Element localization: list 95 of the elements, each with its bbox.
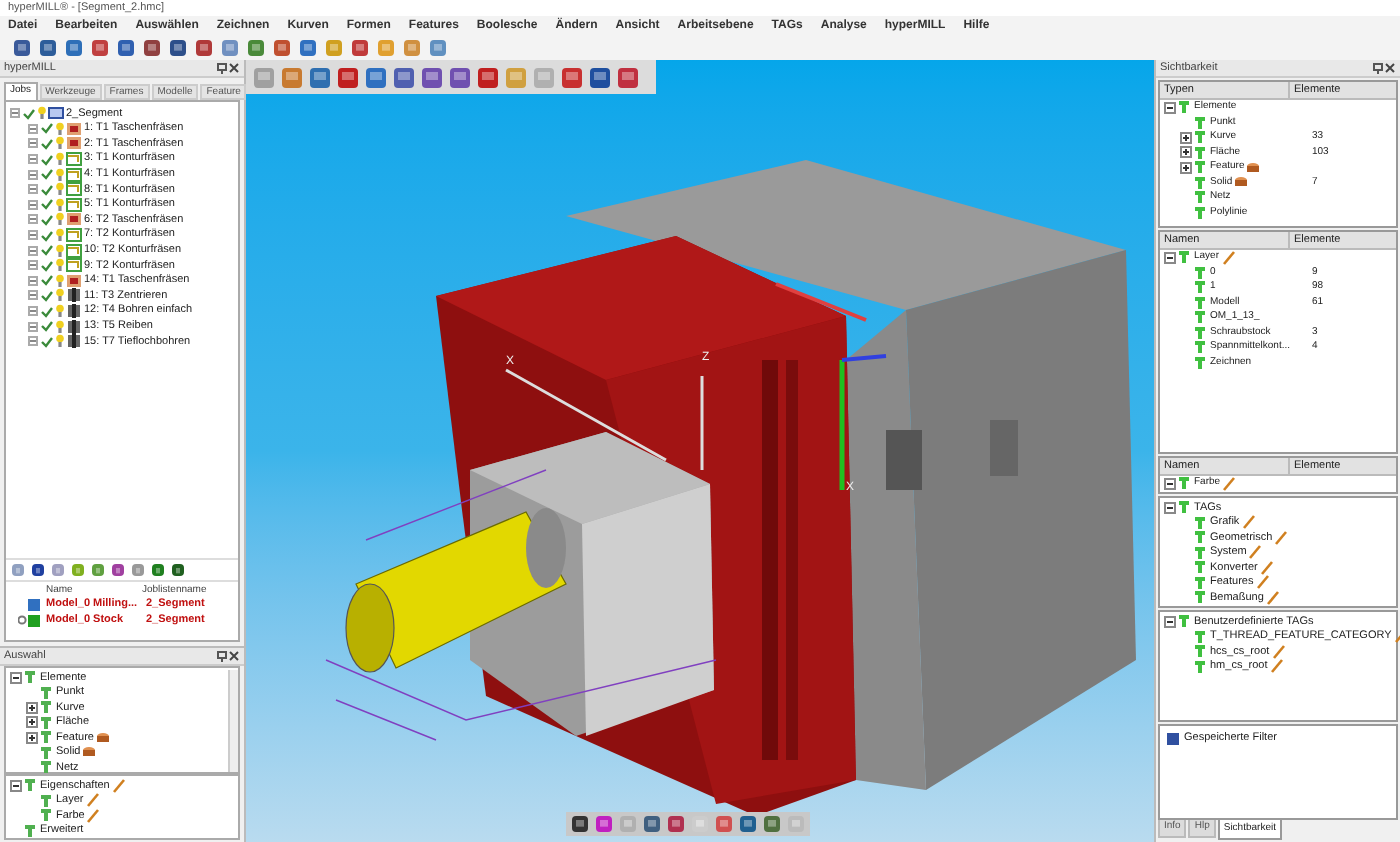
toolbar-icon[interactable] — [448, 65, 472, 89]
visibility-icon[interactable] — [1194, 190, 1206, 205]
lightbulb-icon[interactable] — [56, 152, 64, 167]
check-icon[interactable] — [40, 289, 54, 302]
cad-model-drawing[interactable] — [325, 160, 1136, 816]
lightbulb-icon[interactable] — [56, 228, 64, 243]
lightbulb-icon[interactable] — [56, 288, 64, 303]
visibility-icon[interactable] — [1194, 515, 1206, 530]
toolbar-icon[interactable] — [308, 65, 332, 89]
lightbulb-icon[interactable] — [56, 136, 64, 151]
pin-icon — [1372, 62, 1384, 74]
visibility-icon[interactable] — [40, 760, 52, 775]
pin-icon — [216, 62, 228, 74]
check-icon[interactable] — [40, 153, 54, 166]
close-icon[interactable] — [228, 62, 240, 74]
expand-icon[interactable] — [1180, 131, 1192, 144]
lightbulb-icon[interactable] — [56, 334, 64, 349]
check-icon[interactable] — [40, 183, 54, 196]
toolbar-icon[interactable] — [392, 65, 416, 89]
visibility-icon[interactable] — [1194, 340, 1206, 355]
collapse-icon[interactable] — [1164, 615, 1176, 628]
visibility-icon[interactable] — [1194, 629, 1206, 644]
check-icon[interactable] — [40, 198, 54, 211]
visibility-icon[interactable] — [40, 808, 52, 823]
visibility-icon[interactable] — [1194, 310, 1206, 325]
lightbulb-icon[interactable] — [56, 273, 64, 288]
check-icon[interactable] — [40, 305, 54, 318]
lightbulb-icon[interactable] — [56, 167, 64, 182]
lightbulb-icon[interactable] — [56, 182, 64, 197]
collapse-icon[interactable] — [1164, 101, 1176, 114]
visibility-icon[interactable] — [1194, 590, 1206, 605]
visibility-icon[interactable] — [1194, 325, 1206, 340]
visibility-icon[interactable] — [1194, 575, 1206, 590]
expand-icon[interactable] — [26, 701, 38, 714]
pocket-job-icon — [66, 212, 82, 227]
expand-icon[interactable] — [26, 731, 38, 744]
visibility-icon[interactable] — [1194, 280, 1206, 295]
visibility-icon[interactable] — [1194, 205, 1206, 220]
visibility-icon[interactable] — [1194, 295, 1206, 310]
lightbulb-icon[interactable] — [56, 243, 64, 258]
check-icon[interactable] — [40, 137, 54, 150]
collapse-icon[interactable] — [10, 779, 22, 792]
toolbar-icon[interactable] — [30, 562, 46, 578]
check-icon[interactable] — [40, 213, 54, 226]
visibility-icon[interactable] — [1194, 644, 1206, 659]
lightbulb-icon[interactable] — [56, 304, 64, 319]
pencil-icon — [1221, 249, 1236, 266]
visibility-icon[interactable] — [40, 793, 52, 808]
pencil-icon — [1222, 475, 1237, 492]
toolbar-icon[interactable] — [336, 65, 360, 89]
toolbar-icon[interactable] — [476, 65, 500, 89]
expand-icon[interactable] — [1180, 146, 1192, 159]
visibility-icon[interactable] — [24, 823, 36, 838]
lightbulb-icon[interactable] — [56, 319, 64, 334]
stock-model-icon — [18, 613, 42, 627]
check-icon[interactable] — [40, 259, 54, 272]
visibility-icon[interactable] — [1194, 659, 1206, 674]
lightbulb-icon[interactable] — [56, 121, 64, 136]
expand-icon[interactable] — [26, 716, 38, 729]
pocket-job-icon — [66, 273, 82, 288]
check-icon[interactable] — [40, 274, 54, 287]
toolbar-icon[interactable] — [150, 562, 166, 578]
visibility-icon[interactable] — [1194, 545, 1206, 560]
toolbar-icon[interactable] — [588, 65, 612, 89]
toolbar-icon[interactable] — [616, 65, 640, 89]
folder-job-icon — [48, 106, 64, 121]
visibility-icon[interactable] — [1194, 530, 1206, 545]
expand-icon[interactable] — [1180, 161, 1192, 174]
lightbulb-icon[interactable] — [38, 106, 46, 121]
pin-icon — [216, 650, 228, 662]
check-icon[interactable] — [22, 107, 36, 120]
close-icon[interactable] — [228, 650, 240, 662]
collapse-icon[interactable] — [1164, 251, 1176, 264]
lightbulb-icon[interactable] — [56, 197, 64, 212]
visibility-icon[interactable] — [1194, 355, 1206, 370]
lightbulb-icon[interactable] — [56, 212, 64, 227]
check-icon[interactable] — [40, 335, 54, 348]
filter-icon — [1166, 731, 1180, 746]
check-icon[interactable] — [40, 122, 54, 135]
collapse-icon[interactable] — [10, 671, 22, 684]
check-icon[interactable] — [40, 229, 54, 242]
visibility-icon[interactable] — [1194, 560, 1206, 575]
check-icon[interactable] — [40, 168, 54, 181]
toolbar-icon[interactable] — [420, 65, 444, 89]
close-icon[interactable] — [1384, 62, 1396, 74]
collapse-icon[interactable] — [1164, 477, 1176, 490]
scrollbar[interactable] — [228, 670, 238, 772]
check-icon[interactable] — [40, 320, 54, 333]
visibility-icon[interactable] — [1194, 265, 1206, 280]
check-icon[interactable] — [40, 244, 54, 257]
collapse-icon[interactable] — [1164, 501, 1176, 514]
toolbar-icon[interactable] — [560, 65, 584, 89]
lightbulb-icon[interactable] — [56, 258, 64, 273]
toolbar-icon[interactable] — [170, 562, 186, 578]
toolbar-icon[interactable] — [110, 562, 126, 578]
